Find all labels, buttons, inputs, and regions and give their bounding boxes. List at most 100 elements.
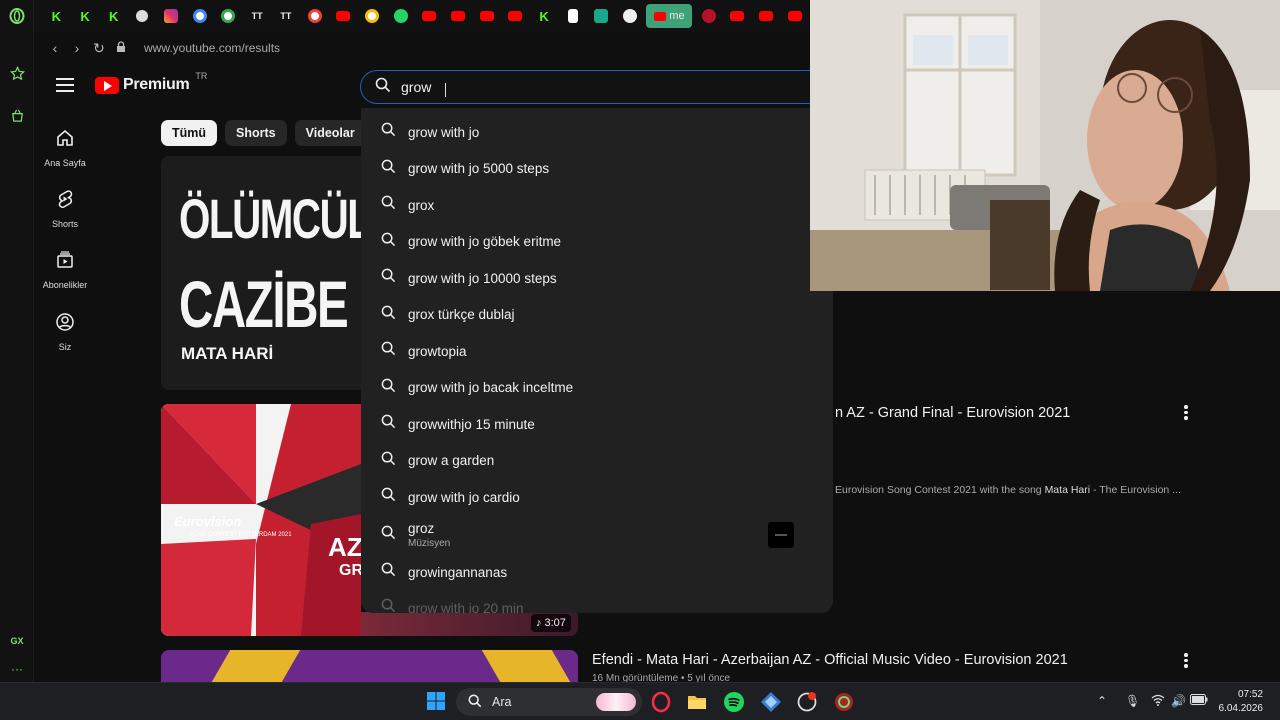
suggestion-item[interactable]: grow with jo cardio: [361, 479, 833, 515]
chevron-up-icon[interactable]: ⌃: [1097, 694, 1107, 708]
tab-kick-icon[interactable]: K: [99, 0, 128, 32]
star-icon[interactable]: [8, 64, 26, 82]
tab-tt-icon[interactable]: TT: [243, 0, 272, 32]
tab-app-icon[interactable]: [587, 0, 616, 32]
tab-google-icon[interactable]: [300, 0, 329, 32]
tab-youtube-icon[interactable]: [444, 0, 473, 32]
url-field[interactable]: www.youtube.com/results: [144, 41, 280, 55]
spotify-icon[interactable]: [723, 691, 745, 713]
tab-github-icon[interactable]: [616, 0, 645, 32]
suggestion-item[interactable]: growwithjo 15 minute: [361, 406, 833, 442]
file-explorer-icon[interactable]: [686, 691, 708, 713]
suggestion-item[interactable]: growingannanas: [361, 554, 833, 590]
tab-doc-icon[interactable]: [558, 0, 587, 32]
app-icon[interactable]: [833, 691, 855, 713]
reload-icon[interactable]: ↻: [88, 40, 110, 57]
thumb-title-line2: CAZİBE: [179, 267, 349, 341]
suggestion-item[interactable]: grow with jo bacak inceltme: [361, 370, 833, 406]
nav-you[interactable]: Siz: [34, 312, 96, 352]
search-icon: [381, 487, 396, 507]
more-options-icon[interactable]: [1184, 405, 1188, 420]
nav-subscriptions[interactable]: Abonelikler: [34, 250, 96, 290]
opera-gx-icon[interactable]: [650, 691, 672, 713]
video-thumbnail[interactable]: ÖLÜMCÜL CAZİBE MATA HARİ: [161, 156, 361, 390]
suggestion-item[interactable]: grow with jo 20 min: [361, 590, 833, 613]
suggestion-item[interactable]: growtopia: [361, 333, 833, 369]
suggestion-text: growtopia: [408, 343, 467, 359]
search-box[interactable]: grow: [360, 70, 820, 104]
tab-instagram-icon[interactable]: [157, 0, 186, 32]
tab-google-icon[interactable]: [358, 0, 387, 32]
gx-control-icon[interactable]: GX: [8, 632, 26, 650]
tab-whatsapp-icon[interactable]: [386, 0, 415, 32]
tab-kick-icon[interactable]: K: [71, 0, 100, 32]
opera-logo-icon[interactable]: [8, 7, 26, 25]
suggestion-item[interactable]: grox türkçe dublaj: [361, 297, 833, 333]
youtube-logo[interactable]: Premium TR: [95, 71, 207, 94]
taskbar-search[interactable]: Ara: [456, 688, 642, 716]
video-title[interactable]: n AZ - Grand Final - Eurovision 2021: [835, 405, 1070, 421]
search-icon: [381, 232, 396, 252]
suggestion-item[interactable]: grow with jo göbek eritme: [361, 224, 833, 260]
suggestion-item[interactable]: grow a garden: [361, 443, 833, 479]
bag-icon[interactable]: [8, 106, 26, 124]
tab-kick-icon[interactable]: K: [42, 0, 71, 32]
suggestion-item[interactable]: groz Müzisyen: [361, 517, 833, 553]
search-icon: [381, 451, 396, 471]
youtube-play-icon: [95, 76, 119, 94]
more-icon[interactable]: ···: [8, 660, 26, 678]
nav-shorts[interactable]: Shorts: [34, 189, 96, 229]
tab-youtube-icon[interactable]: [472, 0, 501, 32]
forward-icon[interactable]: ›: [66, 40, 88, 56]
suggestion-text: grow with jo 10000 steps: [408, 270, 557, 286]
suggestion-item[interactable]: grow with jo: [361, 114, 833, 150]
suggestion-text: grow with jo göbek eritme: [408, 234, 562, 249]
chip-videos[interactable]: Videolar: [294, 120, 366, 146]
tab-active[interactable]: me: [646, 4, 693, 28]
tab-youtube-icon[interactable]: [781, 0, 810, 32]
battery-icon[interactable]: [1190, 694, 1208, 708]
tab-f-icon[interactable]: [694, 0, 723, 32]
video-meta: 16 Mn görüntüleme • 5 yıl önce: [592, 673, 731, 682]
subscriptions-icon: [55, 250, 75, 275]
app-icon[interactable]: [760, 691, 782, 713]
video-thumbnail[interactable]: [161, 650, 578, 682]
search-highlight-icon: [596, 693, 636, 711]
tab-youtube-icon[interactable]: [723, 0, 752, 32]
video-thumbnail[interactable]: Eurovision SONG CONTEST ROTTERDAM 2021 A…: [161, 404, 361, 636]
duration-badge: ♪ 3:07: [531, 614, 571, 632]
youtube-header: Premium TR grow: [34, 64, 820, 110]
volume-icon[interactable]: 🔊: [1171, 694, 1186, 708]
app-icon[interactable]: [796, 691, 818, 713]
tab-youtube-icon[interactable]: [415, 0, 444, 32]
tab-youtube-icon[interactable]: [752, 0, 781, 32]
suggestion-item[interactable]: grow with jo 5000 steps: [361, 151, 833, 187]
tab-youtube-icon[interactable]: [329, 0, 358, 32]
tab-kick-icon[interactable]: K: [530, 0, 559, 32]
tab-youtube-icon[interactable]: [501, 0, 530, 32]
chip-shorts[interactable]: Shorts: [225, 120, 287, 146]
tab-active-label: me: [669, 10, 685, 22]
microphone-icon[interactable]: 🎙: [1125, 694, 1140, 708]
tab-tt-icon[interactable]: TT: [272, 0, 301, 32]
tab-google-icon[interactable]: [214, 0, 243, 32]
windows-start-icon[interactable]: [426, 691, 448, 713]
more-options-icon[interactable]: [1184, 653, 1188, 668]
back-icon[interactable]: ‹: [44, 40, 66, 56]
tab-google-icon[interactable]: [185, 0, 214, 32]
menu-icon[interactable]: [56, 78, 74, 92]
webcam-image: [810, 0, 1280, 291]
suggestion-item[interactable]: grow with jo 10000 steps: [361, 260, 833, 296]
tab-site-icon[interactable]: [128, 0, 157, 32]
clock[interactable]: 07:52 6.04.2026: [1219, 688, 1264, 716]
nav-home[interactable]: Ana Sayfa: [34, 128, 96, 168]
video-description: Eurovision Song Contest 2021 with the so…: [835, 484, 1181, 496]
address-bar: ‹ › ↻ www.youtube.com/results: [34, 32, 810, 64]
video-title[interactable]: Efendi - Mata Hari - Azerbaijan AZ - Off…: [592, 652, 1068, 668]
wifi-icon[interactable]: [1151, 694, 1165, 709]
chip-all[interactable]: Tümü: [161, 120, 218, 146]
search-input[interactable]: grow: [401, 79, 431, 95]
home-icon: [55, 128, 75, 153]
search-icon: [381, 525, 396, 545]
suggestion-item[interactable]: grox: [361, 187, 833, 223]
